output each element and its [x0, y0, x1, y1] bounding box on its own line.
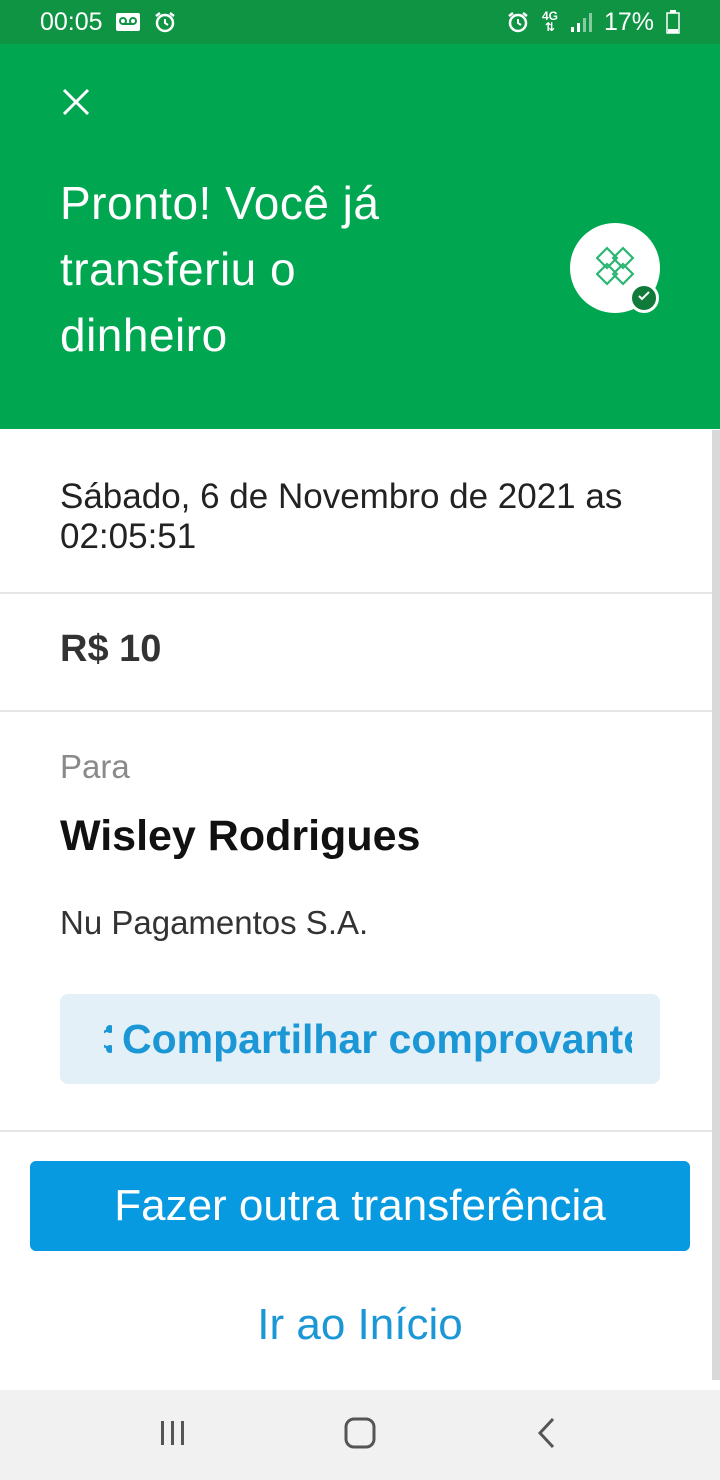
battery-icon: [666, 10, 680, 34]
new-transfer-button[interactable]: Fazer outra transferência: [30, 1161, 690, 1251]
share-receipt-button[interactable]: Compartilhar comprovante: [60, 994, 660, 1084]
system-nav-bar: [0, 1390, 720, 1480]
share-receipt-label: Compartilhar comprovante: [122, 1015, 632, 1062]
close-icon: [61, 87, 91, 122]
alarm-icon: [153, 10, 177, 34]
home-button[interactable]: [330, 1405, 390, 1465]
pix-logo: [570, 223, 660, 313]
check-badge: [629, 283, 659, 313]
share-icon: [82, 994, 112, 1084]
back-icon: [535, 1416, 559, 1455]
alarm-icon: [506, 10, 530, 34]
signal-icon: [570, 11, 592, 33]
recipient-name: Wisley Rodrigues: [60, 812, 421, 860]
status-right: 4G ⇅ 17%: [506, 8, 680, 37]
success-header: Pronto! Você já transferiu o dinheiro: [0, 44, 720, 429]
data-arrows-icon: ⇅: [544, 20, 555, 34]
home-icon: [343, 1416, 377, 1455]
to-label: Para: [60, 748, 130, 785]
amount-section: R$ 10: [0, 594, 720, 712]
go-home-link[interactable]: Ir ao Início: [0, 1290, 720, 1360]
pix-logo-icon: [591, 242, 639, 295]
status-time: 00:05: [40, 7, 103, 36]
scrollbar: [712, 430, 720, 1380]
battery-percent: 17%: [603, 7, 654, 36]
transfer-datetime: Sábado, 6 de Novembro de 2021 as 02:05:5…: [60, 477, 623, 556]
status-left: 00:05: [40, 8, 177, 37]
recipient-bank: Nu Pagamentos S.A.: [60, 904, 369, 941]
recipient-section: Para Wisley Rodrigues Nu Pagamentos S.A.…: [0, 712, 720, 1132]
transfer-amount: R$ 10: [60, 628, 162, 670]
back-button[interactable]: [517, 1405, 577, 1465]
check-icon: [637, 289, 651, 308]
status-bar: 00:05 4G ⇅ 17%: [0, 0, 720, 44]
date-section: Sábado, 6 de Novembro de 2021 as 02:05:5…: [0, 429, 720, 594]
recent-apps-button[interactable]: [143, 1405, 203, 1465]
page-title: Pronto! Você já transferiu o dinheiro: [60, 177, 380, 361]
network-icon: 4G ⇅: [542, 10, 558, 34]
voicemail-icon: [115, 12, 141, 32]
recent-apps-icon: [158, 1418, 188, 1453]
close-button[interactable]: [56, 84, 96, 124]
